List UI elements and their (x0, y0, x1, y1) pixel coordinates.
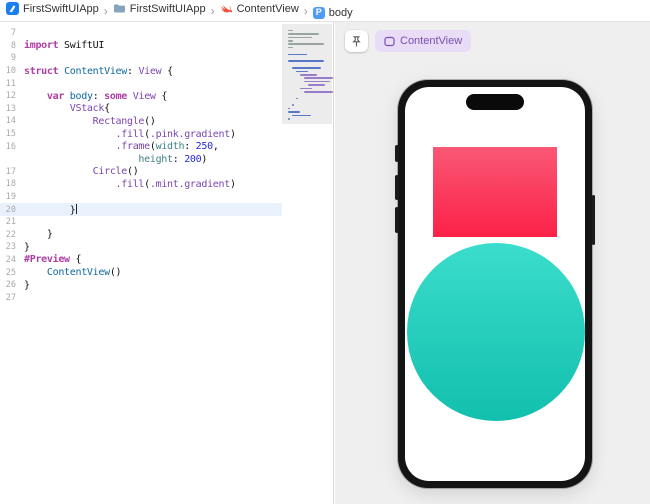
app-project-icon (6, 2, 19, 16)
breadcrumb-item-firstswiftuiapp[interactable]: FirstSwiftUIApp (6, 2, 99, 16)
iphone-screen (405, 87, 585, 481)
code-text: var body: some View { (46, 90, 168, 102)
breadcrumb-label: body (328, 6, 353, 19)
line-number[interactable]: 27 (0, 293, 24, 303)
line-number[interactable]: 19 (0, 192, 24, 202)
volume-down-button (395, 207, 399, 233)
code-text: Circle() (92, 166, 139, 178)
line-number[interactable]: 22 (0, 230, 24, 240)
pin-icon (350, 35, 363, 48)
breadcrumb: FirstSwiftUIApp › FirstSwiftUIApp › ContentV… (6, 2, 353, 19)
code-text: } (24, 279, 30, 291)
breadcrumb-separator: › (303, 4, 308, 19)
breadcrumb-label: FirstSwiftUIApp (23, 2, 99, 15)
breadcrumb-item-body[interactable]: Pbody (312, 6, 353, 19)
code-text: import SwiftUI (24, 40, 105, 52)
line-number[interactable]: 24 (0, 255, 24, 265)
code-text: } (24, 241, 30, 253)
line-number[interactable]: 20 (0, 205, 24, 215)
code-text: .fill(.mint.gradient) (115, 178, 236, 190)
device-icon (384, 36, 395, 47)
mint-circle (407, 243, 585, 421)
text-cursor (75, 203, 77, 214)
minimap-code-lines (288, 29, 333, 124)
line-number[interactable]: 25 (0, 268, 24, 278)
code-text: } (24, 229, 53, 241)
code-text: VStack{ (69, 103, 110, 115)
dynamic-island (466, 94, 524, 110)
line-number[interactable]: 10 (0, 66, 24, 76)
code-text: #Preview { (24, 254, 82, 266)
code-text: .fill(.pink.gradient) (115, 128, 236, 140)
line-number[interactable]: 12 (0, 91, 24, 101)
iphone-frame (395, 80, 595, 488)
line-number[interactable]: 16 (0, 142, 24, 152)
preview-target-chip[interactable]: ContentView (375, 30, 472, 52)
breadcrumb-separator: › (210, 4, 215, 19)
minimap[interactable] (282, 22, 333, 504)
code-text: .frame(width: 250, (115, 141, 219, 153)
line-number[interactable]: 15 (0, 129, 24, 139)
action-button (395, 145, 399, 162)
line-number[interactable]: 21 (0, 217, 24, 227)
line-number[interactable]: 17 (0, 167, 24, 177)
breadcrumb-label: FirstSwiftUIApp (129, 2, 206, 15)
breadcrumb-item-contentview[interactable]: ContentView (220, 2, 299, 15)
code-text: height: 200) (138, 153, 208, 165)
breadcrumb-item-firstswiftuiapp[interactable]: FirstSwiftUIApp (113, 2, 206, 15)
code-editor[interactable]: 7 8 import SwiftUI 9 10 struct ContentView: V… (0, 22, 334, 504)
preview-target-label: ContentView (400, 35, 463, 47)
jump-bar: FirstSwiftUIApp › FirstSwiftUIApp › ContentV… (0, 0, 650, 22)
xcode-window: FirstSwiftUIApp › FirstSwiftUIApp › ContentV… (0, 0, 650, 504)
line-number[interactable]: 23 (0, 242, 24, 252)
property-icon: P (312, 6, 325, 19)
code-text: Rectangle() (92, 115, 156, 127)
volume-up-button (395, 175, 399, 200)
line-number[interactable]: 14 (0, 116, 24, 126)
code-text: ContentView() (46, 267, 122, 279)
line-number[interactable]: 8 (0, 41, 24, 51)
code-text: } (24, 203, 77, 216)
line-number[interactable]: 11 (0, 79, 24, 89)
line-number[interactable]: 9 (0, 53, 24, 63)
line-number[interactable]: 26 (0, 280, 24, 290)
breadcrumb-label: ContentView (236, 2, 299, 15)
swift-file-icon (220, 2, 233, 15)
preview-canvas: ContentView (335, 22, 650, 504)
pin-preview-button[interactable] (345, 30, 368, 52)
folder-icon (113, 2, 126, 15)
code-line[interactable]: 20 } (0, 203, 283, 216)
line-number[interactable]: 7 (0, 28, 24, 38)
line-number[interactable]: 13 (0, 104, 24, 114)
breadcrumb-separator: › (103, 4, 108, 19)
pink-rectangle (433, 147, 557, 237)
code-text: struct ContentView: View { (24, 65, 173, 77)
side-button (591, 195, 595, 245)
line-number[interactable]: 18 (0, 179, 24, 189)
